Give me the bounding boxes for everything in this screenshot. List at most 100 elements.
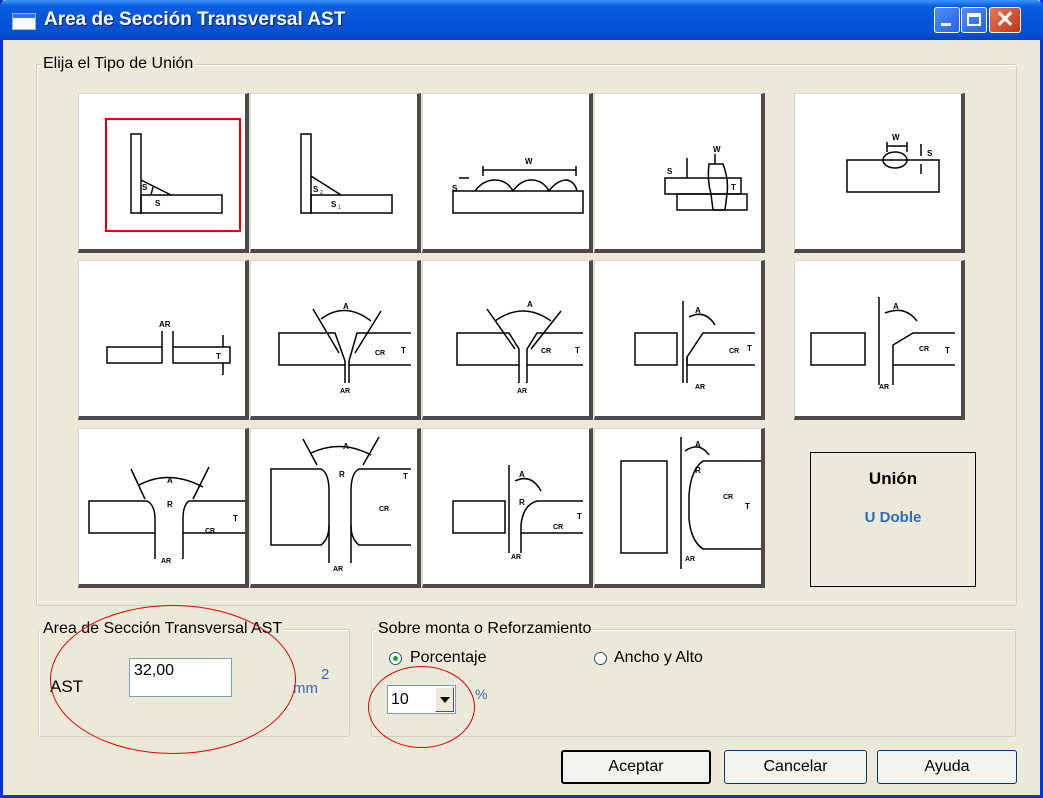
maximize-button[interactable]: [961, 7, 987, 33]
joint-surface-bead[interactable]: W S: [422, 93, 593, 253]
label-w: W: [713, 145, 721, 154]
single-u-diagram: A R CR T AR: [88, 466, 245, 565]
cancel-button[interactable]: Cancelar: [724, 750, 867, 784]
label-r: R: [695, 466, 701, 475]
label-a: A: [343, 302, 349, 311]
window-title: Area de Sección Transversal AST: [44, 9, 346, 30]
label-ar: AR: [517, 388, 527, 395]
radio-percent-label[interactable]: Porcentaje: [410, 649, 487, 667]
accept-button[interactable]: Aceptar: [561, 750, 711, 784]
single-bevel-diagram: A CR T AR: [634, 301, 755, 391]
joint-single-u[interactable]: A R CR T AR: [78, 428, 249, 588]
double-u-diagram: A R CR T AR: [270, 436, 411, 573]
union-value: U Doble: [864, 509, 922, 526]
fillet-equal-diagram: S S: [130, 133, 223, 214]
radio-width-height[interactable]: [594, 652, 607, 665]
label-a: A: [527, 300, 533, 309]
label-t: T: [731, 183, 736, 192]
label-cr: CR: [919, 346, 929, 353]
label-a: A: [695, 440, 701, 449]
label-t: T: [401, 346, 406, 355]
radio-percent[interactable]: [389, 652, 402, 665]
joint-single-v[interactable]: A CR T AR: [250, 260, 421, 420]
square-butt-diagram: AR T: [106, 320, 231, 375]
joint-fillet-unequal-legs[interactable]: S 2 S 1: [250, 93, 421, 253]
label-cr: CR: [379, 506, 389, 513]
label-s2: S: [313, 185, 319, 194]
label-r: R: [519, 498, 525, 507]
ast-unit: mm: [293, 680, 318, 697]
label-s: S: [155, 199, 161, 208]
label-a: A: [519, 470, 525, 479]
label-t: T: [216, 352, 221, 361]
label-s: S: [667, 167, 673, 176]
label-cr: CR: [541, 348, 551, 355]
label-r: R: [339, 470, 345, 479]
label-sub2: 2: [320, 190, 323, 196]
union-info-box: Unión U Doble: [810, 452, 976, 587]
radio-width-height-label[interactable]: Ancho y Alto: [614, 649, 703, 667]
joint-double-u[interactable]: A R CR T AR: [250, 428, 421, 588]
maximize-icon: [967, 13, 981, 26]
label-t: T: [233, 514, 238, 523]
help-button[interactable]: Ayuda: [877, 750, 1017, 784]
label-t: T: [575, 346, 580, 355]
label-t: T: [577, 512, 582, 521]
label-t: T: [747, 344, 752, 353]
label-cr: CR: [729, 348, 739, 355]
single-j-diagram: A R CR T AR: [452, 465, 583, 561]
label-cr: CR: [375, 350, 385, 357]
label-ar: AR: [161, 558, 171, 565]
joint-lap-plug[interactable]: W S T: [594, 93, 765, 253]
label-t: T: [945, 346, 950, 355]
minimize-button[interactable]: [934, 7, 960, 33]
close-button[interactable]: ✕: [989, 6, 1021, 33]
reinforcement-legend: Sobre monta o Reforzamiento: [376, 620, 594, 638]
window-icon: [12, 13, 36, 30]
lap-plug-diagram: W S T: [664, 145, 748, 211]
annotation-circle-ast: [50, 605, 296, 754]
label-sub1: 1: [338, 205, 341, 211]
label-s1: S: [331, 200, 337, 209]
label-ar: AR: [695, 384, 705, 391]
single-v-root-diagram: A CR T AR: [456, 300, 583, 395]
title-bar[interactable]: Area de Sección Transversal AST ✕: [0, 0, 1043, 40]
joint-single-j[interactable]: A R CR T AR: [422, 428, 593, 588]
label-a: A: [343, 442, 349, 451]
joint-single-v-root-face[interactable]: A CR T AR: [422, 260, 593, 420]
label-cr: CR: [205, 528, 215, 535]
label-ar: AR: [685, 556, 695, 563]
single-bevel-root-diagram: A CR T AR: [810, 297, 955, 391]
label-t: T: [403, 472, 408, 481]
joint-double-j[interactable]: A R CR T AR: [594, 428, 765, 588]
double-j-diagram: A R CR T AR: [620, 437, 761, 569]
surface-bead-diagram: W S: [452, 157, 584, 214]
label-ar: AR: [879, 384, 889, 391]
joint-fillet-equal-legs[interactable]: S S: [78, 93, 249, 253]
single-v-diagram: A CR T AR: [278, 302, 411, 395]
label-w: W: [892, 133, 900, 142]
label-w: W: [525, 157, 533, 166]
label-s: S: [142, 183, 148, 192]
joint-type-legend: Elija el Tipo de Unión: [41, 55, 196, 73]
annotation-circle-percent: [368, 666, 475, 748]
label-a: A: [695, 306, 701, 315]
label-s: S: [927, 149, 933, 158]
label-ar: AR: [333, 566, 343, 573]
label-r: R: [167, 500, 173, 509]
label-t: T: [745, 502, 750, 511]
spot-lap-diagram: W S: [846, 133, 940, 193]
fillet-unequal-diagram: S 2 S 1: [300, 133, 393, 214]
joint-single-bevel[interactable]: A CR T AR: [594, 260, 765, 420]
joint-spot-lap[interactable]: W S: [794, 93, 965, 253]
percent-unit: %: [475, 686, 488, 702]
minimize-icon: [941, 23, 951, 26]
label-cr: CR: [553, 524, 563, 531]
label-a: A: [167, 476, 173, 485]
label-ar: AR: [511, 554, 521, 561]
label-ar: AR: [340, 388, 350, 395]
label-a: A: [893, 302, 899, 311]
label-cr: CR: [723, 494, 733, 501]
joint-single-bevel-root-face[interactable]: A CR T AR: [794, 260, 965, 420]
joint-square-butt[interactable]: AR T: [78, 260, 249, 420]
